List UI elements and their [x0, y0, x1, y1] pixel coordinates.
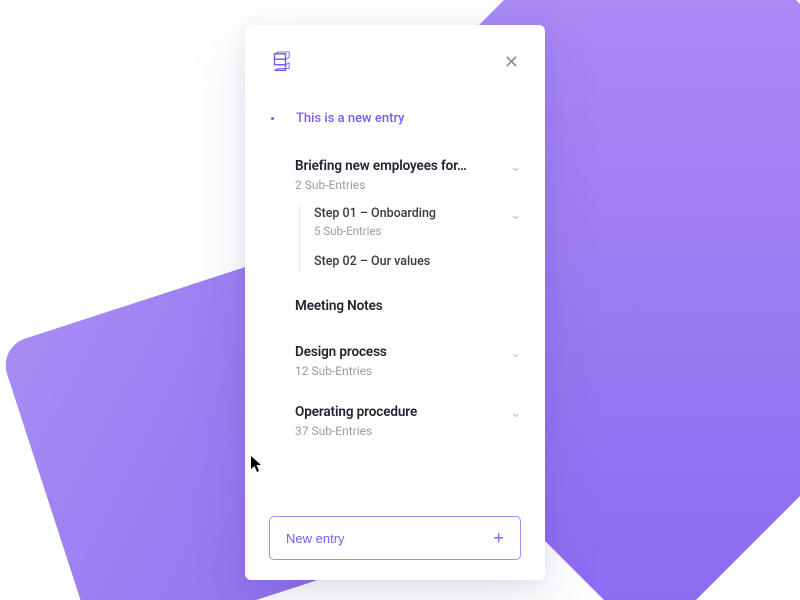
logo-icon [269, 51, 291, 77]
entry-title: Briefing new employees for… [295, 158, 467, 174]
child-subcount: 5 Sub-Entries [314, 224, 436, 238]
child-title: Step 01 – Onboarding [314, 206, 436, 221]
entry-item-new[interactable]: This is a new entry [271, 111, 521, 126]
chevron-down-icon[interactable]: ⌄ [510, 160, 521, 175]
child-entry-item[interactable]: Step 01 – Onboarding 5 Sub-Entries ⌄ [314, 206, 521, 238]
bullet-icon [271, 117, 274, 120]
new-entry-button[interactable]: New entry + [269, 516, 521, 560]
child-title: Step 02 – Our values [314, 254, 430, 269]
entry-item[interactable]: Meeting Notes [295, 298, 521, 318]
entry-title: Operating procedure [295, 404, 417, 420]
entry-subcount: 2 Sub-Entries [295, 178, 467, 192]
entry-children: Step 01 – Onboarding 5 Sub-Entries ⌄ Ste… [299, 206, 521, 272]
entry-subcount: 37 Sub-Entries [295, 424, 417, 438]
entry-item[interactable]: Operating procedure 37 Sub-Entries ⌄ [295, 404, 521, 438]
chevron-down-icon[interactable]: ⌄ [510, 208, 521, 223]
child-entry-item[interactable]: Step 02 – Our values [314, 254, 521, 272]
entry-item[interactable]: Design process 12 Sub-Entries ⌄ [295, 344, 521, 378]
entry-title: Meeting Notes [295, 298, 383, 314]
entry-new-title: This is a new entry [296, 111, 405, 126]
entry-subcount: 12 Sub-Entries [295, 364, 387, 378]
plus-icon: + [493, 529, 504, 547]
entry-title: Design process [295, 344, 387, 360]
entry-item[interactable]: Briefing new employees for… 2 Sub-Entrie… [295, 158, 521, 272]
panel-header: ✕ [269, 51, 521, 77]
close-button[interactable]: ✕ [502, 51, 521, 73]
close-icon: ✕ [504, 52, 519, 72]
entries-list: This is a new entry Briefing new employe… [269, 111, 521, 516]
chevron-down-icon[interactable]: ⌄ [510, 346, 521, 361]
chevron-down-icon[interactable]: ⌄ [510, 406, 521, 421]
new-entry-label: New entry [286, 531, 345, 546]
sidebar-panel: ✕ This is a new entry Briefing new emplo… [245, 25, 545, 580]
